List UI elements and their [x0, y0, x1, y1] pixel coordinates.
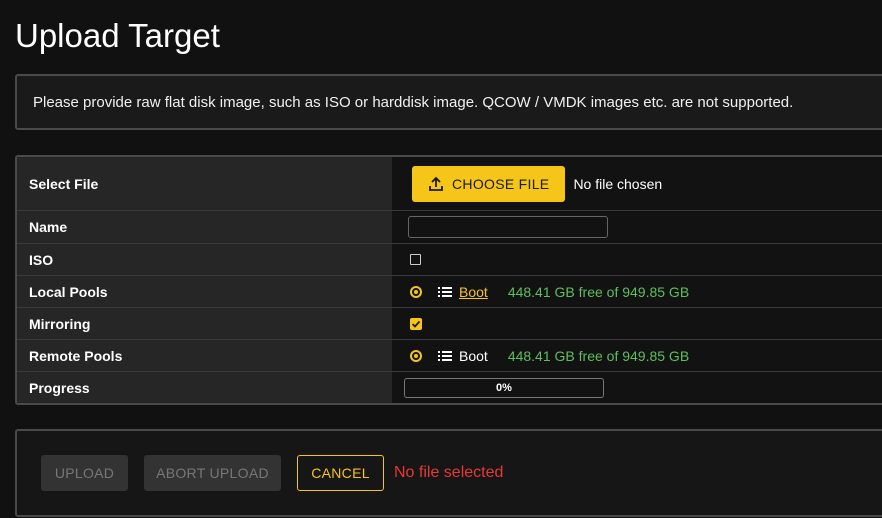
name-input[interactable]: [408, 216, 608, 238]
remote-pools-cell: Boot 448.41 GB free of 949.85 GB: [392, 340, 882, 371]
progress-label: Progress: [17, 372, 392, 403]
remote-pools-label: Remote Pools: [17, 340, 392, 371]
iso-label: ISO: [17, 244, 392, 275]
notice-text: Please provide raw flat disk image, such…: [33, 93, 794, 111]
remote-pool-free-space: 448.41 GB free of 949.85 GB: [507, 347, 690, 364]
local-pool-radio[interactable]: [410, 285, 422, 298]
local-pool-link[interactable]: Boot: [459, 284, 488, 300]
select-file-label: Select File: [17, 157, 392, 210]
form-row-remote-pools: Remote Pools Boot 448.41 GB free of 949.…: [17, 340, 882, 372]
action-bar: UPLOAD ABORT UPLOAD CANCEL No file selec…: [15, 429, 882, 517]
mirroring-label: Mirroring: [17, 308, 392, 339]
upload-form: Select File CHOOSE FILE No file chosen N…: [15, 155, 882, 405]
iso-checkbox[interactable]: [410, 254, 421, 265]
info-notice: Please provide raw flat disk image, such…: [15, 74, 882, 130]
form-row-select-file: Select File CHOOSE FILE No file chosen: [17, 157, 882, 211]
form-row-iso: ISO: [17, 244, 882, 276]
upload-icon: [429, 176, 443, 191]
local-pools-label: Local Pools: [17, 276, 392, 307]
error-message: No file selected: [394, 464, 504, 481]
local-pools-cell: Boot 448.41 GB free of 949.85 GB: [392, 276, 882, 307]
mirroring-checkbox[interactable]: [410, 317, 422, 330]
choose-file-button[interactable]: CHOOSE FILE: [412, 165, 566, 202]
list-icon: [438, 286, 452, 298]
remote-pool-radio[interactable]: [410, 349, 422, 362]
progress-cell: 0%: [392, 372, 882, 403]
page-title: Upload Target: [15, 17, 220, 54]
choose-file-label: CHOOSE FILE: [452, 175, 550, 192]
abort-upload-button[interactable]: ABORT UPLOAD: [144, 455, 281, 491]
progress-text: 0%: [496, 382, 512, 394]
progress-bar: 0%: [404, 378, 604, 398]
file-chosen-status: No file chosen: [573, 175, 663, 192]
local-pool-free-space: 448.41 GB free of 949.85 GB: [507, 283, 690, 300]
iso-cell: [392, 244, 882, 275]
name-cell: [392, 211, 882, 243]
select-file-cell: CHOOSE FILE No file chosen: [392, 157, 882, 210]
mirroring-cell: [392, 308, 882, 339]
remote-pool-name: Boot: [459, 347, 488, 364]
form-row-progress: Progress 0%: [17, 372, 882, 403]
form-row-mirroring: Mirroring: [17, 308, 882, 340]
cancel-button[interactable]: CANCEL: [297, 455, 384, 491]
upload-button[interactable]: UPLOAD: [41, 455, 128, 491]
check-icon: [411, 320, 421, 328]
name-label: Name: [17, 211, 392, 243]
form-row-name: Name: [17, 211, 882, 244]
form-row-local-pools: Local Pools Boot 448.41 GB free of 949.8…: [17, 276, 882, 308]
list-icon: [438, 350, 452, 362]
